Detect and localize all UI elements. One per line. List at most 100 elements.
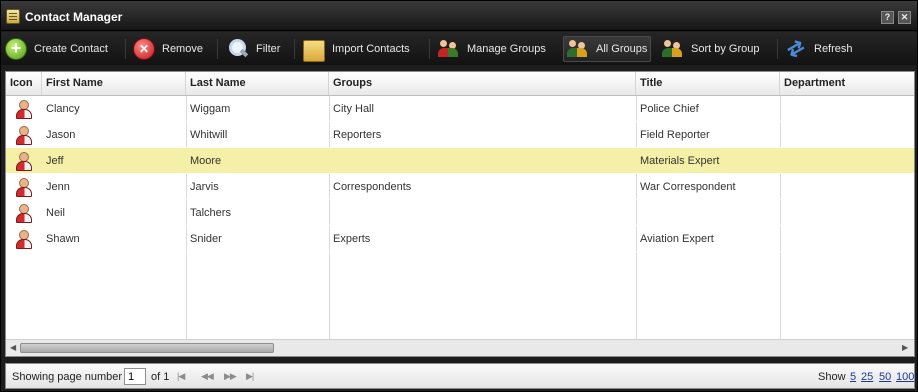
groups-cell xyxy=(329,200,636,226)
groups-cell xyxy=(329,148,636,174)
groups-cell: Experts xyxy=(333,233,371,245)
department-cell xyxy=(780,148,914,174)
window-title: Contact Manager xyxy=(25,10,123,24)
grid-header: Icon First Name Last Name Groups Title D… xyxy=(6,72,914,96)
column-header-groups[interactable]: Groups xyxy=(329,72,636,95)
create-contact-label: Create Contact xyxy=(34,43,108,55)
page-size-5-link[interactable]: 5 xyxy=(850,371,856,383)
first-name-cell: Jason xyxy=(46,129,76,141)
page-size-50-link[interactable]: 50 xyxy=(879,371,891,383)
first-name-cell: Jeff xyxy=(46,155,64,167)
next-page-icon[interactable]: ▶▶ xyxy=(224,371,237,382)
last-page-icon[interactable]: ▶| xyxy=(246,371,254,382)
department-cell xyxy=(780,122,914,148)
first-name-cell: Clancy xyxy=(46,103,80,115)
all-groups-label: All Groups xyxy=(596,43,648,55)
department-cell xyxy=(780,200,914,226)
last-name-cell: Moore xyxy=(190,155,222,167)
scroll-left-icon[interactable]: ◀ xyxy=(10,343,16,352)
column-header-department[interactable]: Department xyxy=(780,72,914,95)
first-page-icon[interactable]: |◀ xyxy=(177,371,185,382)
last-name-cell: Jarvis xyxy=(190,181,219,193)
toolbar-separator xyxy=(429,39,430,59)
column-header-title[interactable]: Title xyxy=(636,72,780,95)
department-cell xyxy=(780,226,914,252)
users-icon xyxy=(438,38,460,60)
toolbar-separator xyxy=(777,39,778,59)
table-row-selected[interactable]: Jeff Moore Materials Expert xyxy=(6,148,914,174)
toolbar-separator xyxy=(125,39,126,59)
title-cell: Materials Expert xyxy=(640,155,720,167)
previous-page-icon[interactable]: ◀◀ xyxy=(201,371,214,382)
toolbar-separator xyxy=(294,39,295,59)
column-header-last-name[interactable]: Last Name xyxy=(186,72,329,95)
magnifier-icon xyxy=(227,38,249,60)
first-name-cell: Neil xyxy=(46,207,65,219)
table-row[interactable]: Jason Whitwill Reporters Field Reporter xyxy=(6,122,914,148)
filter-button[interactable]: Filter xyxy=(227,36,280,62)
refresh-button[interactable]: Refresh xyxy=(785,36,853,62)
table-row[interactable]: Shawn Snider Experts Aviation Expert xyxy=(6,226,914,252)
department-cell xyxy=(780,96,914,122)
close-button[interactable]: ✕ xyxy=(898,11,911,24)
filter-label: Filter xyxy=(256,43,281,55)
create-contact-button[interactable]: Create Contact xyxy=(5,36,108,62)
add-icon xyxy=(5,37,27,60)
column-header-first-name[interactable]: First Name xyxy=(42,72,186,95)
table-row[interactable]: Clancy Wiggam City Hall Police Chief xyxy=(6,96,914,122)
sort-by-group-label: Sort by Group xyxy=(691,43,760,55)
toolbar: Create Contact Remove Filter Import Cont… xyxy=(1,32,917,65)
grid-rows: Clancy Wiggam City Hall Police Chief Jas… xyxy=(6,96,914,252)
toolbar-separator xyxy=(217,39,218,59)
page-size-25-link[interactable]: 25 xyxy=(861,371,873,383)
manage-groups-button[interactable]: Manage Groups xyxy=(438,36,546,62)
all-groups-button[interactable]: All Groups xyxy=(563,36,652,62)
title-cell xyxy=(636,200,780,226)
column-header-icon[interactable]: Icon xyxy=(6,72,42,95)
groups-cell: City Hall xyxy=(333,103,374,115)
manage-groups-label: Manage Groups xyxy=(467,43,546,55)
title-cell: Field Reporter xyxy=(640,129,710,141)
notepad-icon xyxy=(6,9,20,24)
department-cell xyxy=(780,174,914,200)
first-name-cell: Jenn xyxy=(46,181,70,193)
help-button[interactable]: ? xyxy=(881,11,894,24)
scroll-right-icon[interactable]: ▶ xyxy=(902,343,908,352)
remove-button[interactable]: Remove xyxy=(133,36,203,62)
groups-cell: Correspondents xyxy=(333,181,412,193)
title-bar[interactable]: Contact Manager ? ✕ xyxy=(1,1,917,31)
remove-label: Remove xyxy=(162,43,203,55)
import-contacts-button[interactable]: Import Contacts xyxy=(303,36,410,62)
page-size-100-link[interactable]: 100 xyxy=(896,371,914,383)
contact-icon xyxy=(15,230,32,249)
refresh-icon xyxy=(785,38,807,60)
sort-by-group-button[interactable]: Sort by Group xyxy=(662,36,759,62)
contacts-grid: Icon First Name Last Name Groups Title D… xyxy=(5,71,915,357)
contact-icon xyxy=(15,204,32,223)
last-name-cell: Snider xyxy=(190,233,222,245)
first-name-cell: Shawn xyxy=(46,233,80,245)
import-contacts-label: Import Contacts xyxy=(332,43,410,55)
contact-icon xyxy=(15,100,32,119)
scrollbar-thumb[interactable] xyxy=(20,343,274,353)
table-row[interactable]: Neil Talchers xyxy=(6,200,914,226)
contact-icon xyxy=(15,152,32,171)
contact-manager-window: Contact Manager ? ✕ Create Contact Remov… xyxy=(0,0,918,392)
title-cell: Police Chief xyxy=(640,103,699,115)
groups-cell: Reporters xyxy=(333,129,382,141)
horizontal-scrollbar[interactable]: ◀ ▶ xyxy=(6,339,914,356)
title-cell: Aviation Expert xyxy=(640,233,714,245)
remove-icon xyxy=(133,38,155,60)
pager-bar: Showing page number of 1 |◀ ◀◀ ▶▶ ▶| Sho… xyxy=(5,363,915,389)
show-label: Show xyxy=(818,371,846,383)
table-row[interactable]: Jenn Jarvis Correspondents War Correspon… xyxy=(6,174,914,200)
contact-icon xyxy=(15,178,32,197)
last-name-cell: Whitwill xyxy=(190,129,228,141)
page-count-label: of 1 xyxy=(151,371,170,383)
group-sort-icon xyxy=(662,38,684,60)
last-name-cell: Wiggam xyxy=(190,103,231,115)
group-icon xyxy=(567,38,589,60)
page-number-input[interactable] xyxy=(124,368,146,385)
showing-page-label: Showing page number xyxy=(12,371,123,383)
folder-icon xyxy=(303,40,325,62)
